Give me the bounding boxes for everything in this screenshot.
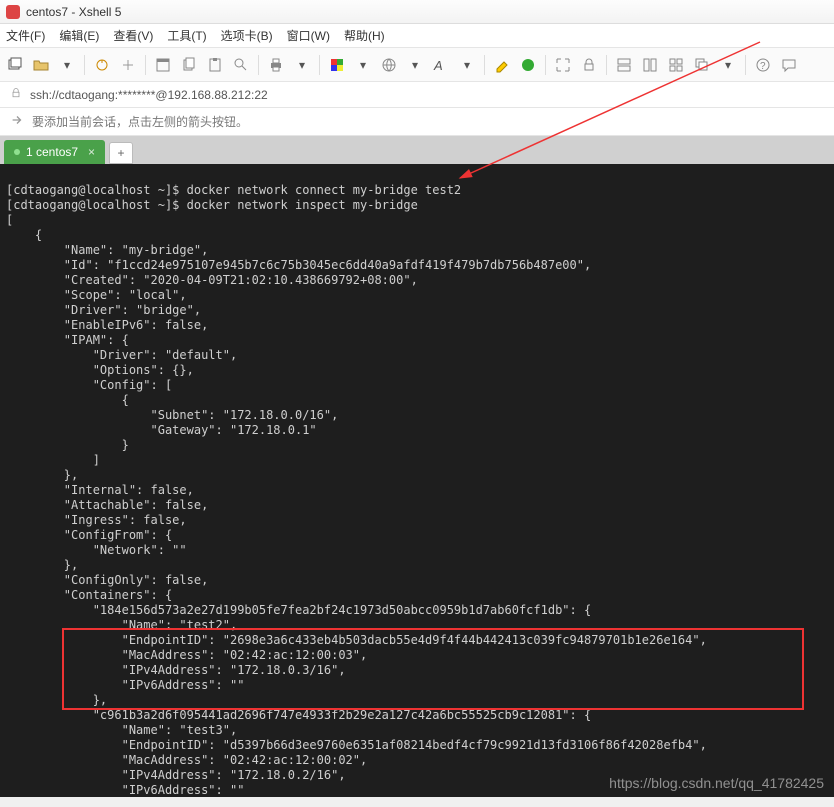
paste-icon[interactable]	[206, 56, 224, 74]
lock-icon	[10, 87, 22, 102]
chat-icon[interactable]	[780, 56, 798, 74]
prompt: [cdtaogang@localhost ~]$	[6, 198, 187, 212]
toolbar-separator	[606, 55, 607, 75]
cascade-icon[interactable]	[693, 56, 711, 74]
menu-help[interactable]: 帮助(H)	[344, 27, 385, 44]
menu-window[interactable]: 窗口(W)	[287, 27, 330, 44]
tile-vertical-icon[interactable]	[641, 56, 659, 74]
watermark: https://blog.csdn.net/qq_41782425	[609, 776, 824, 791]
disconnect-icon[interactable]	[119, 56, 137, 74]
help-icon[interactable]: ?	[754, 56, 772, 74]
hint-text: 要添加当前会话，点击左侧的箭头按钮。	[32, 113, 248, 130]
open-icon[interactable]	[32, 56, 50, 74]
session-tab[interactable]: 1 centos7 ×	[4, 140, 105, 164]
tile-grid-icon[interactable]	[667, 56, 685, 74]
prompt: [cdtaogang@localhost ~]$	[6, 183, 187, 197]
terminal[interactable]: [cdtaogang@localhost ~]$ docker network …	[0, 164, 834, 797]
command-1: docker network connect my-bridge test2	[187, 183, 462, 197]
menu-edit[interactable]: 编辑(E)	[59, 27, 99, 44]
font-icon[interactable]: A	[432, 56, 450, 74]
encoding-icon[interactable]	[380, 56, 398, 74]
svg-text:A: A	[433, 58, 443, 73]
menu-tabs[interactable]: 选项卡(B)	[221, 27, 273, 44]
copy-icon[interactable]	[180, 56, 198, 74]
arrow-hint-icon[interactable]	[10, 113, 24, 130]
highlight-icon[interactable]	[493, 56, 511, 74]
tab-label: 1 centos7	[26, 145, 78, 159]
toolbar-separator	[258, 55, 259, 75]
new-session-icon[interactable]	[6, 56, 24, 74]
toolbar-separator	[545, 55, 546, 75]
window-title: centos7 - Xshell 5	[26, 5, 121, 19]
menu-view[interactable]: 查看(V)	[113, 27, 153, 44]
close-tab-icon[interactable]: ×	[88, 145, 95, 159]
hint-bar: 要添加当前会话，点击左侧的箭头按钮。	[0, 108, 834, 136]
print-icon[interactable]	[267, 56, 285, 74]
tile-horizontal-icon[interactable]	[615, 56, 633, 74]
address-bar: ssh://cdtaogang:********@192.168.88.212:…	[0, 82, 834, 108]
dropdown-icon[interactable]: ▾	[58, 56, 76, 74]
add-tab-button[interactable]: +	[109, 142, 133, 164]
properties-icon[interactable]	[154, 56, 172, 74]
reconnect-icon[interactable]	[93, 56, 111, 74]
menubar: 文件(F) 编辑(E) 查看(V) 工具(T) 选项卡(B) 窗口(W) 帮助(…	[0, 24, 834, 48]
dropdown-icon[interactable]: ▾	[354, 56, 372, 74]
lock-icon[interactable]	[580, 56, 598, 74]
toolbar-separator	[84, 55, 85, 75]
toolbar-separator	[745, 55, 746, 75]
toolbar-separator	[319, 55, 320, 75]
terminal-output: [ { "Name": "my-bridge", "Id": "f1ccd24e…	[6, 213, 707, 797]
window-titlebar: centos7 - Xshell 5	[0, 0, 834, 24]
tabstrip: 1 centos7 × +	[0, 136, 834, 164]
svg-text:?: ?	[760, 61, 766, 72]
color-scheme-icon[interactable]	[328, 56, 346, 74]
menu-file[interactable]: 文件(F)	[6, 27, 45, 44]
address-text[interactable]: ssh://cdtaogang:********@192.168.88.212:…	[30, 88, 268, 102]
dropdown-icon[interactable]: ▾	[719, 56, 737, 74]
dropdown-icon[interactable]: ▾	[406, 56, 424, 74]
app-icon	[6, 5, 20, 19]
xftp-icon[interactable]	[519, 56, 537, 74]
search-icon[interactable]	[232, 56, 250, 74]
menu-tools[interactable]: 工具(T)	[167, 27, 206, 44]
toolbar-separator	[145, 55, 146, 75]
dropdown-icon[interactable]: ▾	[293, 56, 311, 74]
dropdown-icon[interactable]: ▾	[458, 56, 476, 74]
command-2: docker network inspect my-bridge	[187, 198, 418, 212]
toolbar: ▾ ▾ ▾ ▾ A ▾ ▾ ?	[0, 48, 834, 82]
fullscreen-icon[interactable]	[554, 56, 572, 74]
toolbar-separator	[484, 55, 485, 75]
status-dot-icon	[14, 149, 20, 155]
